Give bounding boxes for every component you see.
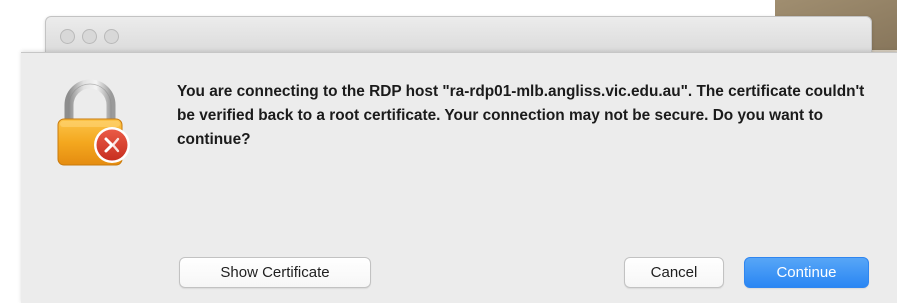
warning-message: You are connecting to the RDP host "ra-r… — [177, 83, 865, 148]
certificate-warning-sheet: You are connecting to the RDP host "ra-r… — [21, 52, 897, 303]
close-window-button[interactable] — [60, 29, 75, 44]
minimize-window-button[interactable] — [82, 29, 97, 44]
lock-icon — [53, 79, 143, 169]
continue-button[interactable]: Continue — [744, 257, 869, 288]
screen: You are connecting to the RDP host "ra-r… — [0, 0, 897, 303]
cancel-button[interactable]: Cancel — [624, 257, 724, 288]
zoom-window-button[interactable] — [104, 29, 119, 44]
lock-icon-graphic — [57, 79, 130, 166]
show-certificate-button[interactable]: Show Certificate — [179, 257, 371, 288]
remote-desktop-badge-icon — [94, 127, 130, 163]
